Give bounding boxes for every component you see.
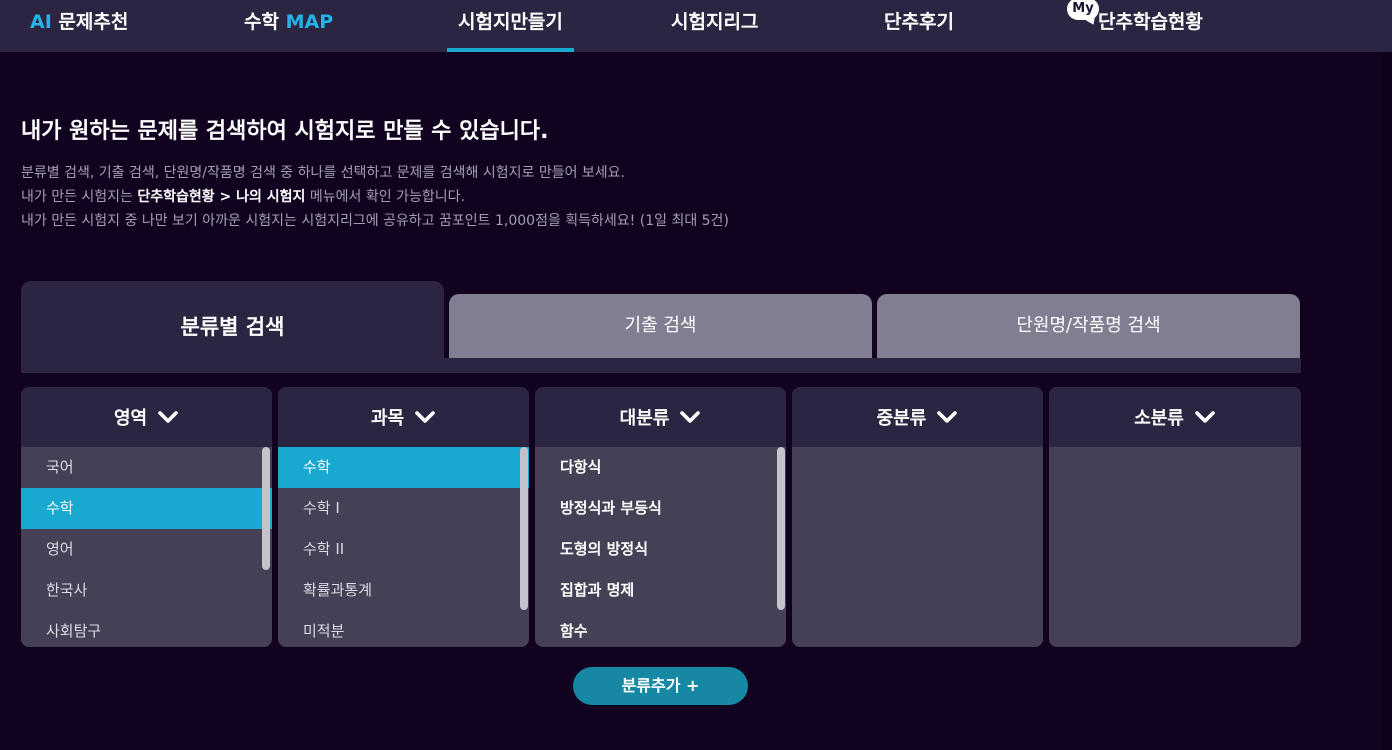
description-line-2-bold: 단추학습현황 > 나의 시험지 [137,189,306,205]
nav-math-label: 수학 [244,11,279,33]
description-line-3: 내가 만든 시험지 중 나만 보기 아까운 시험지는 시험지리그에 공유하고 꿈… [21,213,729,229]
tab-category-search[interactable]: 분류별 검색 [21,281,444,373]
list-item[interactable]: 수학 [278,447,529,488]
major-category-list: 다항식 방정식과 부등식 도형의 방정식 집합과 명제 함수 [535,447,786,647]
tab-unit-search-label: 단원명/작품명 검색 [1016,315,1161,336]
nav-review-label: 단추후기 [884,11,954,33]
area-column: 영역 국어 수학 영어 한국사 사회탐구 [21,387,272,647]
description-line-2-post: 메뉴에서 확인 가능합니다. [305,189,465,205]
subject-list: 수학 수학 I 수학 II 확률과통계 미적분 [278,447,529,647]
page-title: 내가 원하는 문제를 검색하여 시험지로 만들 수 있습니다. [21,119,549,144]
nav-math-map[interactable]: 수학 MAP [244,0,333,52]
major-category-scrollbar[interactable] [777,447,785,610]
nav-review[interactable]: 단추후기 [884,0,954,52]
chevron-down-icon [415,411,435,423]
description-line-2: 내가 만든 시험지는 단추학습현황 > 나의 시험지 메뉴에서 확인 가능합니다… [21,186,465,206]
nav-exam-league-label: 시험지리그 [671,11,759,33]
nav-exam-league[interactable]: 시험지리그 [671,0,758,52]
nav-learning-status-label: 단추학습현황 [1098,11,1203,33]
subject-title: 과목 [370,408,405,429]
top-navigation: AI 문제추천 수학 MAP 시험지만들기 시험지리그 단추후기 My 단추학습… [0,0,1392,52]
minor-category-dropdown[interactable]: 소분류 [1049,387,1301,447]
list-item[interactable]: 사회탐구 [21,611,272,647]
my-badge-label: My [1072,1,1094,16]
list-item[interactable]: 방정식과 부등식 [535,488,786,529]
list-item[interactable]: 국어 [21,447,272,488]
minor-category-list [1049,447,1301,647]
speech-bubble-icon: My [1067,0,1099,20]
nav-learning-status[interactable]: 단추학습현황 [1098,0,1203,52]
area-dropdown[interactable]: 영역 [21,387,272,447]
nav-exam-make[interactable]: 시험지만들기 [447,0,574,52]
subject-dropdown[interactable]: 과목 [278,387,529,447]
list-item[interactable]: 함수 [535,611,786,647]
list-item[interactable]: 수학 [21,488,272,529]
list-item[interactable]: 다항식 [535,447,786,488]
middle-category-column: 중분류 [792,387,1043,647]
page-scrollbar[interactable] [1381,52,1392,750]
major-category-column: 대분류 다항식 방정식과 부등식 도형의 방정식 집합과 명제 함수 [535,387,786,647]
tab-category-search-label: 분류별 검색 [180,315,285,339]
nav-exam-make-label: 시험지만들기 [458,11,563,33]
nav-ai-label: 문제추천 [58,11,129,33]
list-item[interactable]: 도형의 방정식 [535,529,786,570]
description-line-2-pre: 내가 만든 시험지는 [21,189,138,205]
major-category-title: 대분류 [619,408,670,429]
list-item[interactable]: 미적분 [278,611,529,647]
area-scrollbar[interactable] [262,447,270,570]
minor-category-column: 소분류 [1049,387,1301,647]
list-item[interactable]: 수학 II [278,529,529,570]
middle-category-dropdown[interactable]: 중분류 [792,387,1043,447]
chevron-down-icon [158,411,178,423]
tab-unit-search[interactable]: 단원명/작품명 검색 [877,294,1300,358]
tab-past-exam-search[interactable]: 기출 검색 [449,294,872,358]
chevron-down-icon [1195,411,1215,423]
middle-category-list [792,447,1043,647]
list-item[interactable]: 한국사 [21,570,272,611]
list-item[interactable]: 수학 I [278,488,529,529]
major-category-dropdown[interactable]: 대분류 [535,387,786,447]
subject-scrollbar[interactable] [520,447,528,610]
tab-past-exam-search-label: 기출 검색 [624,315,697,336]
nav-ai-recommend[interactable]: AI 문제추천 [30,0,128,52]
nav-math-suffix: MAP [285,11,334,33]
add-category-button[interactable]: 분류추가 + [573,667,748,705]
list-item[interactable]: 영어 [21,529,272,570]
middle-category-title: 중분류 [876,408,927,429]
list-item[interactable]: 확률과통계 [278,570,529,611]
chevron-down-icon [680,411,701,423]
chevron-down-icon [937,411,958,423]
nav-ai-prefix: AI [30,11,52,33]
area-list: 국어 수학 영어 한국사 사회탐구 [21,447,272,647]
description-line-1: 분류별 검색, 기출 검색, 단원명/작품명 검색 중 하나를 선택하고 문제를… [21,165,625,181]
subject-column: 과목 수학 수학 I 수학 II 확률과통계 미적분 [278,387,529,647]
area-title: 영역 [113,408,148,429]
list-item[interactable]: 집합과 명제 [535,570,786,611]
minor-category-title: 소분류 [1134,408,1184,429]
